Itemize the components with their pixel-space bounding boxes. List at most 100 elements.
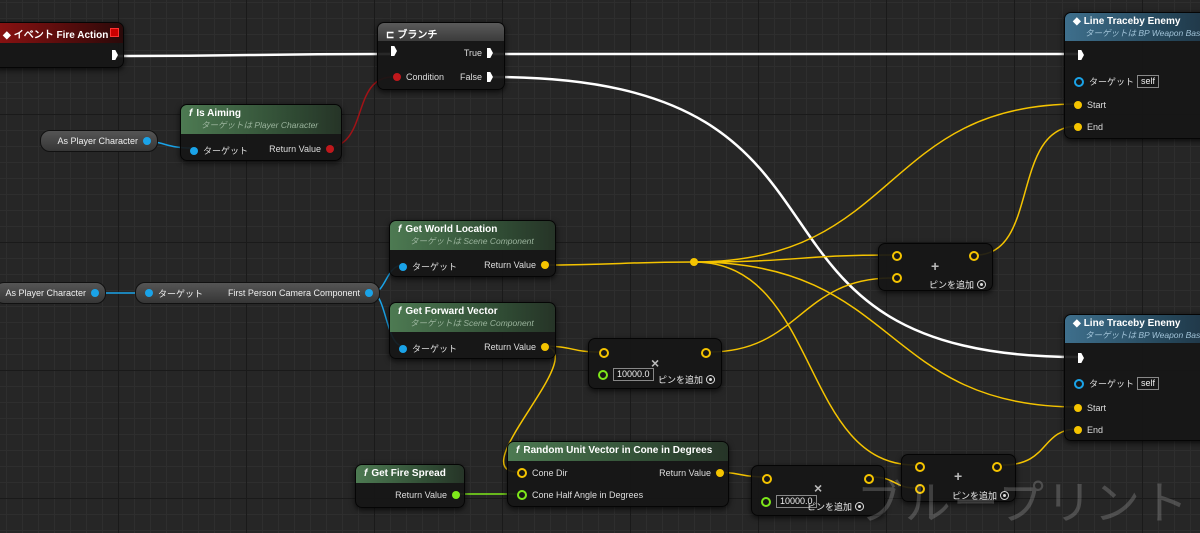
- multiply-2-symbol: ×: [814, 480, 823, 496]
- random-unit-vector-header: f Random Unit Vector in Cone in Degrees: [508, 442, 728, 461]
- get-fire-spread-title: Get Fire Spread: [371, 468, 446, 479]
- event-title: イベント Fire Action: [13, 30, 109, 41]
- add-node-1[interactable]: + ピンを追加: [878, 243, 993, 291]
- get-world-location-target-label: ターゲット: [412, 262, 458, 272]
- get-forward-vector-node[interactable]: f Get Forward Vector ターゲットは Scene Compone…: [389, 302, 556, 359]
- event-node-header: ◆ イベント Fire Action: [0, 23, 123, 43]
- get-fire-spread-return-pin[interactable]: Return Value: [395, 490, 460, 500]
- multiply-1-output-pin[interactable]: [701, 348, 711, 358]
- line-trace-1-title: Line Traceby Enemy: [1083, 16, 1181, 27]
- is-aiming-header: f Is Aiming ターゲットは Player Character: [181, 105, 341, 134]
- vector-pin-icon: [541, 261, 549, 269]
- object-pin-icon[interactable]: [365, 289, 373, 297]
- line-trace-2-end-pin[interactable]: End: [1069, 425, 1103, 435]
- event-fire-action-node[interactable]: ◆ イベント Fire Action: [0, 22, 124, 68]
- object-pin-icon[interactable]: [91, 289, 99, 297]
- vector-pin-icon: [1074, 123, 1082, 131]
- random-return-pin[interactable]: Return Value: [659, 468, 724, 478]
- get-forward-vector-subtitle: ターゲットは Scene Component: [410, 318, 534, 328]
- line-trace-2-title: Line Traceby Enemy: [1083, 318, 1181, 329]
- multiply-1-input-a-pin[interactable]: [599, 348, 609, 358]
- line-trace-2-start-label: Start: [1087, 403, 1107, 413]
- line-trace-1-end-label: End: [1087, 122, 1104, 132]
- is-aiming-target-pin[interactable]: ターゲット: [185, 144, 248, 157]
- as-player-character-node-2[interactable]: As Player Character: [0, 282, 106, 304]
- vector-pin-icon: [1074, 404, 1082, 412]
- multiply-1-input-b-pin[interactable]: 10000.0: [593, 368, 654, 381]
- line-trace-1-target-pin[interactable]: ターゲット self: [1069, 75, 1160, 88]
- exec-wire-event-to-branch: [114, 52, 391, 58]
- branch-condition-pin[interactable]: Condition: [388, 72, 444, 82]
- get-forward-vector-return-pin[interactable]: Return Value: [484, 342, 549, 352]
- multiply-node-1[interactable]: × 10000.0 ピンを追加: [588, 338, 722, 389]
- add-1-add-pin-button[interactable]: ピンを追加: [929, 278, 986, 291]
- branch-node[interactable]: ⊏ ブランチ True Condition False: [377, 22, 505, 90]
- object-pin-icon: [399, 344, 407, 353]
- multiply-2-input-a-pin[interactable]: [762, 474, 772, 484]
- random-half-angle-pin[interactable]: Cone Half Angle in Degrees: [512, 490, 643, 500]
- camera-target-label: ターゲット: [158, 288, 204, 299]
- get-forward-vector-return-label: Return Value: [484, 342, 536, 352]
- exec-wire-false-to-trace2: [492, 75, 1079, 359]
- line-trace-1-end-pin[interactable]: End: [1069, 122, 1103, 132]
- get-world-location-return-pin[interactable]: Return Value: [484, 260, 549, 270]
- add-1-add-pin-label: ピンを追加: [928, 280, 974, 290]
- multiply-2-add-pin-button[interactable]: ピンを追加: [807, 500, 864, 513]
- line-trace-1-header: ◆ Line Traceby Enemy ターゲットは BP Weapon Bas…: [1065, 13, 1200, 41]
- line-trace-1-start-pin[interactable]: Start: [1069, 100, 1106, 110]
- line-trace-1-target-label: ターゲット: [1089, 77, 1135, 87]
- add-1-input-b-pin[interactable]: [892, 273, 902, 283]
- random-cone-dir-pin[interactable]: Cone Dir: [512, 468, 568, 478]
- event-delegate-pin[interactable]: [110, 28, 119, 37]
- line-trace-2-target-pin[interactable]: ターゲット self: [1069, 377, 1160, 390]
- line-trace-1-self-field[interactable]: self: [1137, 75, 1160, 88]
- multiply-1-value-field[interactable]: 10000.0: [613, 368, 654, 381]
- get-fire-spread-node[interactable]: f Get Fire Spread Return Value: [355, 464, 465, 508]
- function-icon: f: [189, 108, 193, 119]
- random-return-label: Return Value: [659, 468, 711, 478]
- add-1-input-a-pin[interactable]: [892, 251, 902, 261]
- vector-pin-icon: [1074, 426, 1082, 434]
- line-trace-2-start-pin[interactable]: Start: [1069, 403, 1106, 413]
- line-trace-2-self-field[interactable]: self: [1137, 377, 1160, 390]
- is-aiming-node[interactable]: f Is Aiming ターゲットは Player Character ターゲット…: [180, 104, 342, 161]
- get-world-location-target-pin[interactable]: ターゲット: [394, 260, 457, 273]
- as-player-character-node-1[interactable]: As Player Character: [40, 130, 158, 152]
- random-unit-vector-node[interactable]: f Random Unit Vector in Cone in Degrees C…: [507, 441, 729, 507]
- reroute-knot: [690, 258, 698, 266]
- event-diamond-icon: ◆: [3, 30, 11, 41]
- vector-wire-reroute-to-add1: [693, 254, 893, 263]
- as-player-character-label-2: As Player Character: [5, 288, 86, 298]
- branch-condition-label: Condition: [406, 72, 445, 82]
- get-forward-vector-target-pin[interactable]: ターゲット: [394, 342, 457, 355]
- line-trace-1-start-label: Start: [1087, 100, 1107, 110]
- multiply-2-add-pin-label: ピンを追加: [806, 502, 852, 512]
- is-aiming-return-label: Return Value: [269, 144, 321, 154]
- line-trace-by-enemy-node-2[interactable]: ◆ Line Traceby Enemy ターゲットは BP Weapon Bas…: [1064, 314, 1200, 441]
- is-aiming-subtitle: ターゲットは Player Character: [201, 120, 319, 130]
- get-forward-vector-header: f Get Forward Vector ターゲットは Scene Compone…: [390, 303, 555, 332]
- get-world-location-node[interactable]: f Get World Location ターゲットは Scene Compone…: [389, 220, 556, 277]
- get-forward-vector-title: Get Forward Vector: [405, 306, 498, 317]
- branch-icon: ⊏: [386, 30, 395, 41]
- get-world-location-header: f Get World Location ターゲットは Scene Compone…: [390, 221, 555, 250]
- is-aiming-return-pin[interactable]: Return Value: [269, 144, 339, 154]
- branch-true-pin[interactable]: True: [464, 48, 498, 58]
- add-1-output-pin[interactable]: [969, 251, 979, 261]
- blueprint-watermark: ブループリント: [856, 476, 1190, 530]
- multiply-1-add-pin-button[interactable]: ピンを追加: [658, 373, 715, 386]
- add-1-symbol: +: [931, 258, 940, 274]
- float-pin-icon: [452, 491, 460, 499]
- branch-false-pin[interactable]: False: [460, 72, 498, 82]
- line-trace-by-enemy-node-1[interactable]: ◆ Line Traceby Enemy ターゲットは BP Weapon Bas…: [1064, 12, 1200, 139]
- vector-wire-worldloc-to-reroute: [539, 261, 695, 266]
- get-fire-spread-header: f Get Fire Spread: [356, 465, 464, 483]
- function-icon: f: [364, 468, 368, 479]
- vector-wire-add1-to-trace1-end: [975, 125, 1079, 256]
- object-pin-icon[interactable]: [145, 289, 153, 297]
- object-pin-icon[interactable]: [143, 137, 151, 145]
- first-person-camera-component-node[interactable]: ターゲット First Person Camera Component: [135, 282, 380, 304]
- multiply-1-add-pin-label: ピンを追加: [657, 375, 703, 385]
- function-icon: f: [398, 224, 402, 235]
- vector-pin-icon: [1074, 101, 1082, 109]
